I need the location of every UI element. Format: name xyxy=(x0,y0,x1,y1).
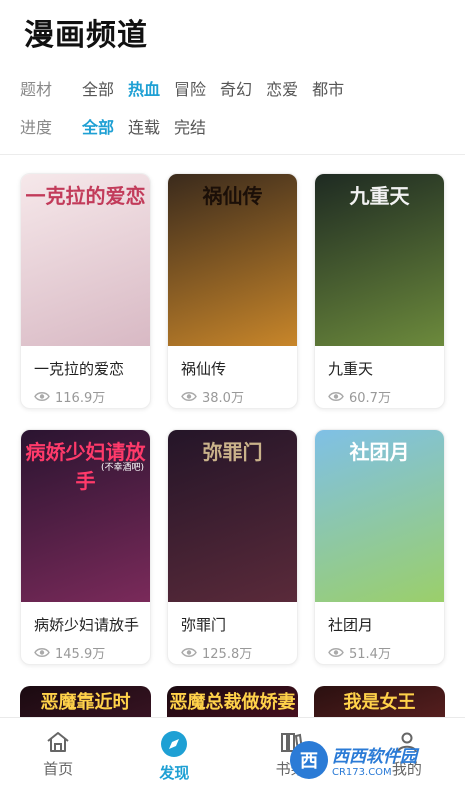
home-icon xyxy=(47,732,69,752)
genre-option-adventure[interactable]: 冒险 xyxy=(174,76,206,100)
progress-option-completed[interactable]: 完结 xyxy=(174,114,206,138)
cover-title-art: 九重天 xyxy=(349,184,410,208)
eye-icon xyxy=(34,648,50,657)
view-count: 51.4万 xyxy=(315,635,444,662)
watermark-logo-icon: 西 xyxy=(290,741,328,779)
progress-filter: 进度 全部 连载 完结 xyxy=(20,114,220,138)
nav-home[interactable]: 首页 xyxy=(0,718,116,790)
eye-icon xyxy=(328,648,344,657)
view-count: 38.0万 xyxy=(168,379,297,406)
comic-cover: 九重天 xyxy=(315,174,444,346)
view-count-value: 145.9万 xyxy=(55,647,106,662)
nav-home-label: 首页 xyxy=(43,760,74,778)
genre-option-urban[interactable]: 都市 xyxy=(312,76,344,100)
view-count: 125.8万 xyxy=(168,635,297,662)
genre-filter-label: 题材 xyxy=(20,80,53,99)
comic-title: 弥罪门 xyxy=(181,616,227,634)
site-watermark: 西 西西软件园 CR173.COM xyxy=(290,738,450,782)
eye-icon xyxy=(34,392,50,401)
progress-option-ongoing[interactable]: 连载 xyxy=(128,114,160,138)
comic-card[interactable]: 弥罪门 弥罪门 125.8万 xyxy=(167,429,298,665)
page-title: 漫画频道 xyxy=(24,18,148,53)
genre-filter: 题材 全部 热血 冒险 奇幻 恋爱 都市 xyxy=(20,76,358,100)
nav-discover[interactable]: 发现 xyxy=(116,718,232,790)
genre-option-romance[interactable]: 恋爱 xyxy=(266,76,298,100)
view-count-value: 51.4万 xyxy=(349,647,391,662)
comic-grid: 一克拉的爱恋 一克拉的爱恋 116.9万 祸仙传 祸仙传 38.0万 九重天 九… xyxy=(20,173,448,665)
comic-cover: 祸仙传 xyxy=(168,174,297,346)
view-count: 60.7万 xyxy=(315,379,444,406)
genre-option-all[interactable]: 全部 xyxy=(82,76,114,100)
view-count: 116.9万 xyxy=(21,379,150,406)
cover-title-art: 恶魔总裁做娇妻 xyxy=(169,692,296,713)
cover-title-art: 祸仙传 xyxy=(202,184,263,208)
comic-title: 社团月 xyxy=(328,616,374,634)
compass-icon xyxy=(161,731,188,757)
comic-cover: 病娇少妇请放手 (不幸酒吧) xyxy=(21,430,150,602)
genre-option-hot-blood[interactable]: 热血 xyxy=(128,76,160,100)
comic-card[interactable]: 社团月 社团月 51.4万 xyxy=(314,429,445,665)
eye-icon xyxy=(181,392,197,401)
cover-title-art: 恶魔靠近时 xyxy=(40,692,131,713)
eye-icon xyxy=(181,648,197,657)
cover-title-art: 弥罪门 xyxy=(202,440,263,464)
comic-card[interactable]: 一克拉的爱恋 一克拉的爱恋 116.9万 xyxy=(20,173,151,409)
eye-icon xyxy=(328,392,344,401)
comic-cover: 社团月 xyxy=(315,430,444,602)
view-count-value: 116.9万 xyxy=(55,391,106,406)
watermark-text: 西西软件园 xyxy=(332,747,417,767)
comic-cover: 弥罪门 xyxy=(168,430,297,602)
comic-card[interactable]: 九重天 九重天 60.7万 xyxy=(314,173,445,409)
comic-cover: 一克拉的爱恋 xyxy=(21,174,150,346)
comic-title: 一克拉的爱恋 xyxy=(34,360,125,378)
cover-subtitle-art: (不幸酒吧) xyxy=(100,463,144,473)
view-count: 145.9万 xyxy=(21,635,150,662)
divider xyxy=(0,154,465,155)
nav-discover-label: 发现 xyxy=(159,764,190,782)
comic-title: 祸仙传 xyxy=(181,360,227,378)
view-count-value: 125.8万 xyxy=(202,647,253,662)
cover-title-art: 我是女王 xyxy=(343,692,416,713)
progress-option-all[interactable]: 全部 xyxy=(82,114,114,138)
genre-option-fantasy[interactable]: 奇幻 xyxy=(220,76,252,100)
comic-card[interactable]: 祸仙传 祸仙传 38.0万 xyxy=(167,173,298,409)
comic-card[interactable]: 病娇少妇请放手 (不幸酒吧) 病娇少妇请放手 145.9万 xyxy=(20,429,151,665)
view-count-value: 38.0万 xyxy=(202,391,244,406)
cover-title-art: 一克拉的爱恋 xyxy=(25,184,146,208)
comic-title: 九重天 xyxy=(328,360,374,378)
progress-filter-label: 进度 xyxy=(20,118,53,137)
cover-title-art: 社团月 xyxy=(349,440,410,464)
comic-title: 病娇少妇请放手 xyxy=(34,616,140,634)
view-count-value: 60.7万 xyxy=(349,391,391,406)
watermark-url: CR173.COM xyxy=(332,767,392,778)
